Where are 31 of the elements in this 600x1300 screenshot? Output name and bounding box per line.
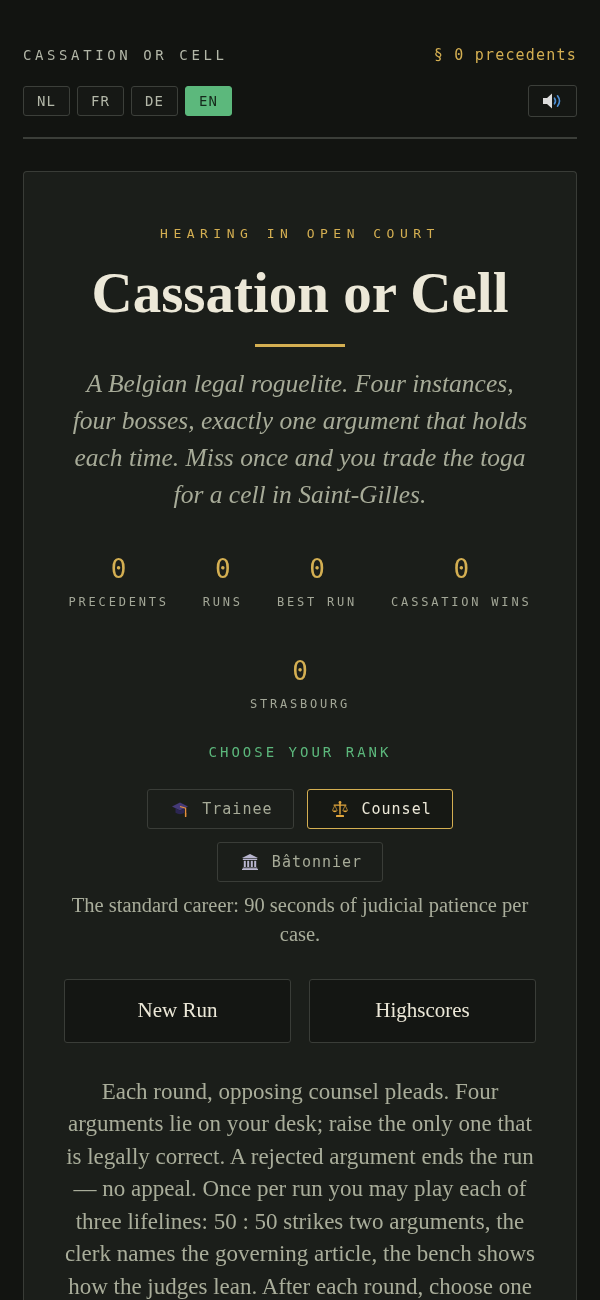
precedents-counter: § 0 precedents — [433, 45, 577, 65]
language-button[interactable]: EN — [185, 86, 232, 116]
app-title: CASSATION OR CELL — [23, 46, 228, 65]
stat-label: RUNS — [202, 593, 243, 610]
stat-label: CASSATION WINS — [391, 593, 532, 610]
game-title: Cassation or Cell — [91, 262, 509, 325]
stat-value: 0 — [110, 552, 127, 585]
language-button[interactable]: NL — [23, 86, 70, 116]
rank-option-button[interactable]: Counsel — [306, 788, 453, 829]
rank-option-button[interactable]: Bâtonnier — [216, 841, 384, 882]
new-run-button[interactable]: New Run — [64, 978, 291, 1043]
stat-value: 0 — [453, 552, 470, 585]
stat-value: 0 — [309, 552, 325, 585]
scales-icon — [331, 800, 348, 817]
rank-description: The standard career: 90 seconds of judicial patience per case. — [70, 892, 530, 947]
rules-text: Each round, opposing counsel pleads. Four arguments lie on your desk; raise the only one that is legally correct. A rejected argument ends the run — no appeal. Once per run you may play each of three lifelines: 50 : 50 strikes two arguments, the clerk names the governing article, the bench shows how the judges lean. After each round, choose one — [63, 1077, 537, 1300]
rank-option-button[interactable]: Trainee — [147, 788, 294, 829]
rank-heading: CHOOSE YOUR RANK — [208, 742, 392, 761]
eyebrow-text: HEARING IN OPEN COURT — [160, 226, 440, 242]
stat-label: BEST RUN — [276, 593, 358, 610]
highscores-button[interactable]: Highscores — [309, 978, 536, 1043]
language-button[interactable]: DE — [131, 86, 178, 116]
stat-label: PRECEDENTS — [68, 593, 169, 610]
stat-value: 0 — [292, 654, 308, 687]
language-button[interactable]: FR — [77, 86, 124, 116]
tagline-text: A Belgian legal roguelite. Four instances, four bosses, exactly one argument that holds each time. Miss once and you trade the toga for a cell in Saint-Gilles. — [71, 367, 529, 511]
mortarboard-icon — [172, 800, 189, 817]
classical-building-icon — [241, 853, 258, 870]
stat-label: STRASBOURG — [249, 695, 351, 712]
stat-value: 0 — [215, 552, 231, 585]
sound-button[interactable] — [528, 85, 577, 117]
